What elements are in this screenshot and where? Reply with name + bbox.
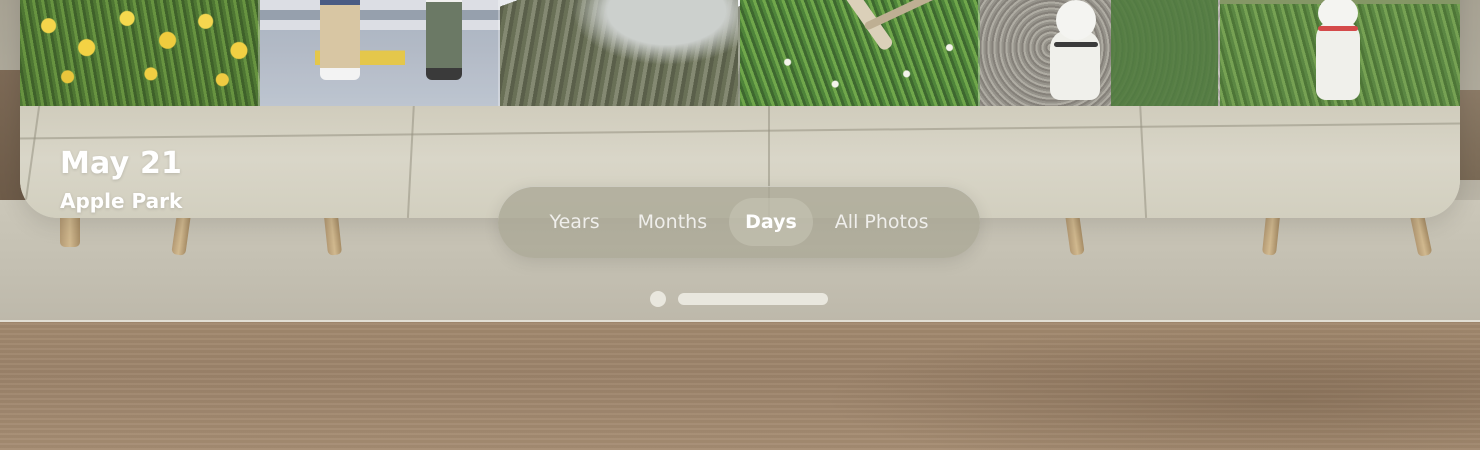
segment-days[interactable]: Days [729, 198, 813, 246]
table-leg [60, 215, 80, 247]
tile-line [20, 122, 1460, 140]
photo-overlay [500, 0, 738, 106]
tile-line [406, 100, 416, 218]
photo-thumbnail[interactable] [740, 0, 980, 106]
photo-overlay [260, 0, 498, 106]
location-subtitle: Apple Park [60, 189, 183, 213]
tile-line [25, 100, 41, 200]
segment-all-photos[interactable]: All Photos [819, 198, 945, 246]
photo-thumbnail[interactable] [20, 0, 260, 106]
view-segmented-control: Years Months Days All Photos [498, 186, 980, 258]
environment-floor-shadow [820, 322, 1480, 450]
window-close-dot[interactable] [650, 291, 666, 307]
tile-line [1138, 100, 1148, 218]
photo-overlay [20, 0, 258, 106]
photo-overlay [980, 0, 1218, 106]
photo-strip [20, 0, 1460, 106]
photo-thumbnail[interactable] [500, 0, 740, 106]
segment-months[interactable]: Months [622, 198, 723, 246]
photo-thumbnail[interactable] [980, 0, 1220, 106]
photo-thumbnail[interactable] [260, 0, 500, 106]
window-grabber-bar[interactable] [678, 293, 828, 305]
photo-overlay [1220, 0, 1460, 106]
date-title: May 21 [60, 146, 183, 181]
segment-years[interactable]: Years [534, 198, 616, 246]
photo-thumbnail[interactable] [1220, 0, 1460, 106]
photo-overlay [740, 0, 978, 106]
